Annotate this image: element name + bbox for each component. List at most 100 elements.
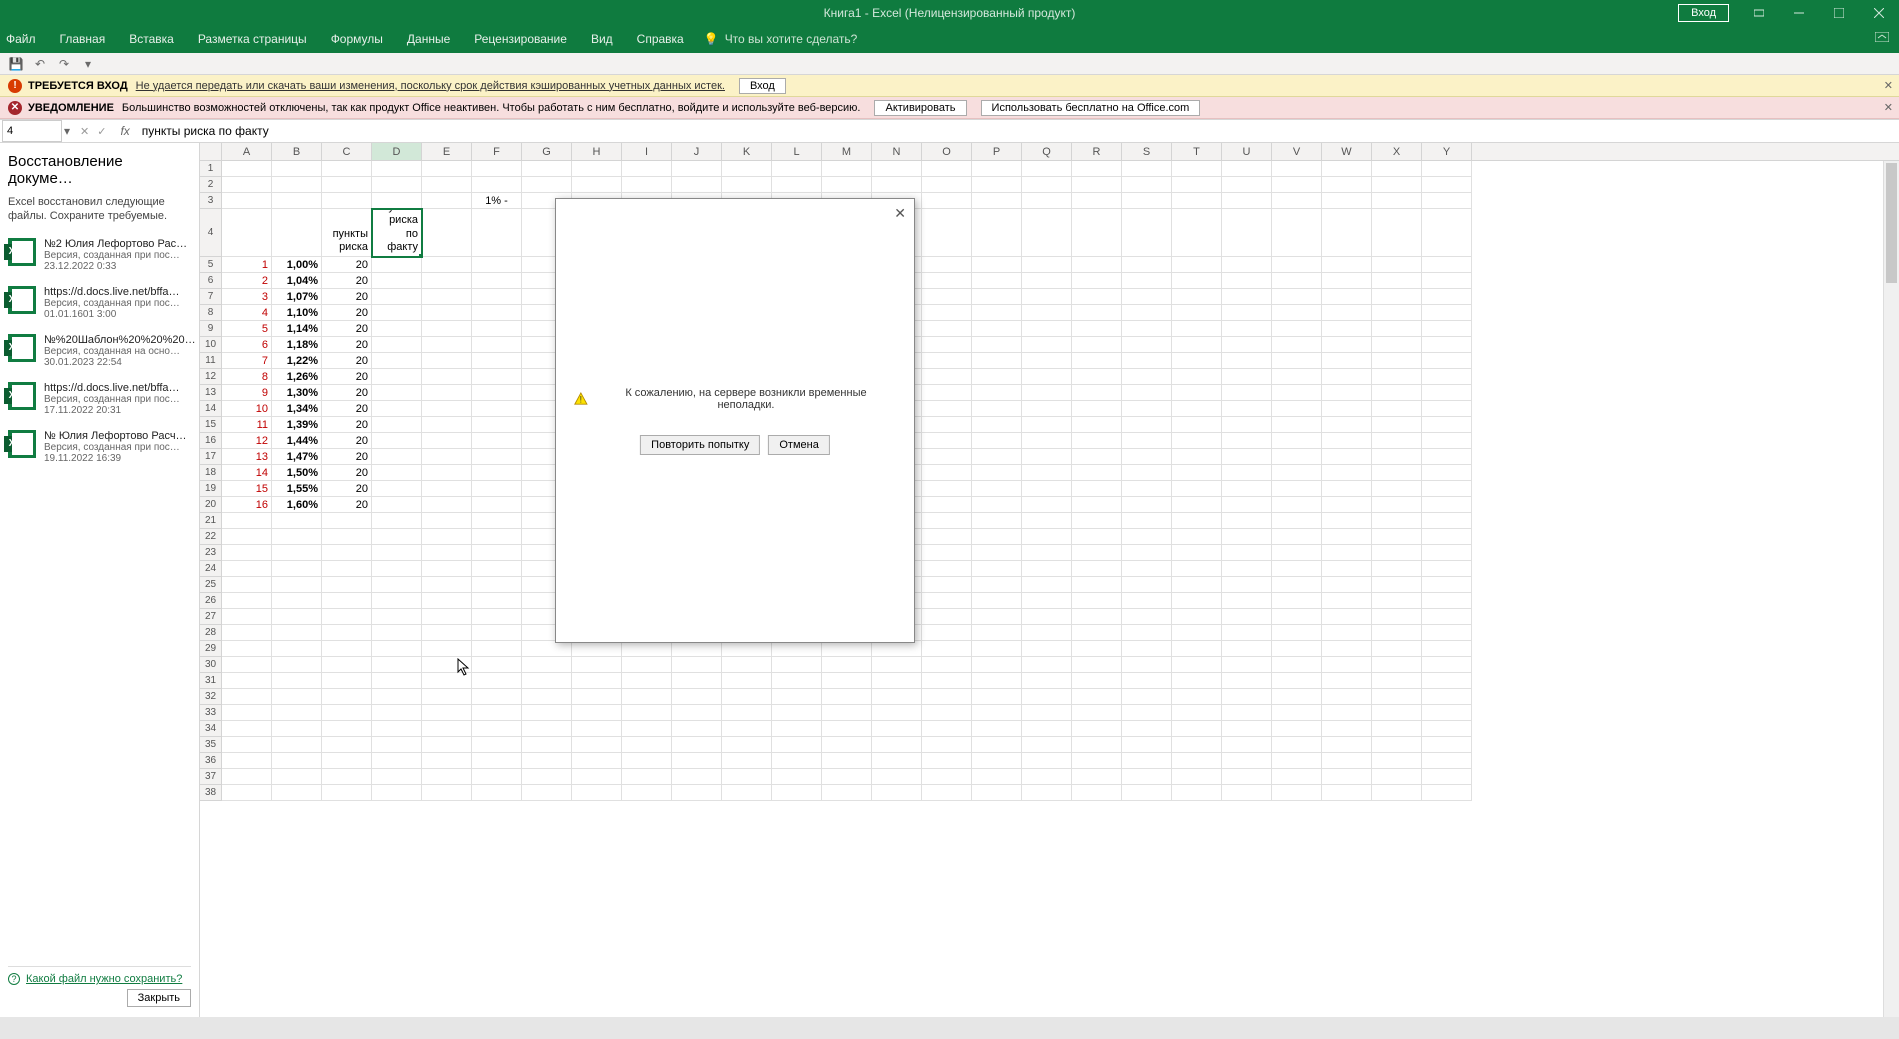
column-header[interactable]: G (522, 143, 572, 160)
cell[interactable] (1222, 305, 1272, 321)
cell[interactable] (222, 577, 272, 593)
row-header[interactable]: 18 (200, 465, 222, 481)
cell[interactable] (1322, 481, 1372, 497)
cell[interactable] (922, 337, 972, 353)
cell[interactable] (222, 609, 272, 625)
tell-me-search[interactable]: 💡 Что вы хотите сделать? (704, 32, 858, 46)
cell[interactable] (1422, 753, 1472, 769)
row-header[interactable]: 10 (200, 337, 222, 353)
cell[interactable] (1422, 449, 1472, 465)
cell[interactable] (1122, 161, 1172, 177)
cell[interactable] (1322, 273, 1372, 289)
cell[interactable] (222, 529, 272, 545)
cell[interactable] (1422, 273, 1472, 289)
cell[interactable] (272, 673, 322, 689)
row-header[interactable]: 2 (200, 177, 222, 193)
cell[interactable] (1272, 401, 1322, 417)
cell[interactable] (1322, 497, 1372, 513)
cell[interactable] (1172, 161, 1222, 177)
cell[interactable] (222, 193, 272, 209)
cell[interactable] (1272, 369, 1322, 385)
cell[interactable] (722, 689, 772, 705)
row-header[interactable]: 16 (200, 433, 222, 449)
cell[interactable] (1222, 353, 1272, 369)
cell[interactable] (472, 625, 522, 641)
cell[interactable] (1072, 545, 1122, 561)
cell[interactable] (1222, 593, 1272, 609)
cell[interactable] (1222, 257, 1272, 273)
cell[interactable] (1022, 177, 1072, 193)
cell[interactable] (1022, 545, 1072, 561)
cell[interactable] (422, 513, 472, 529)
cell[interactable] (972, 481, 1022, 497)
cell[interactable] (1422, 545, 1472, 561)
cell[interactable] (1122, 353, 1172, 369)
cell[interactable] (772, 161, 822, 177)
cell[interactable] (1122, 289, 1172, 305)
cell[interactable] (222, 785, 272, 801)
cell[interactable] (922, 193, 972, 209)
cell[interactable] (922, 481, 972, 497)
recovery-file-item[interactable]: №%20Шаблон%20%20%20… Версия, созданная н… (8, 334, 191, 368)
cell[interactable] (372, 289, 422, 305)
cell[interactable] (1322, 257, 1372, 273)
cell[interactable]: 9 (222, 385, 272, 401)
cell[interactable] (1322, 561, 1372, 577)
cell[interactable] (1322, 785, 1372, 801)
cell[interactable] (372, 385, 422, 401)
cell[interactable] (1022, 465, 1072, 481)
cell[interactable] (322, 577, 372, 593)
cell[interactable] (1322, 193, 1372, 209)
cell[interactable]: 1,07% (272, 289, 322, 305)
cell[interactable] (1322, 673, 1372, 689)
cell[interactable]: 3 (222, 289, 272, 305)
cell[interactable] (1072, 273, 1122, 289)
cell[interactable] (1022, 641, 1072, 657)
cell[interactable] (1222, 721, 1272, 737)
activate-button[interactable]: Активировать (874, 100, 966, 116)
cell[interactable]: 15 (222, 481, 272, 497)
cell[interactable] (1222, 641, 1272, 657)
cell[interactable] (672, 161, 722, 177)
cell[interactable] (1372, 593, 1422, 609)
cell[interactable] (1372, 753, 1422, 769)
cell[interactable] (272, 561, 322, 577)
cell[interactable] (1072, 449, 1122, 465)
row-header[interactable]: 38 (200, 785, 222, 801)
cell[interactable] (1372, 433, 1422, 449)
cell[interactable] (1072, 657, 1122, 673)
cell[interactable] (372, 513, 422, 529)
cell[interactable] (372, 417, 422, 433)
row-header[interactable]: 15 (200, 417, 222, 433)
cell[interactable] (1372, 737, 1422, 753)
cell[interactable] (472, 481, 522, 497)
cell[interactable] (922, 561, 972, 577)
row-header[interactable]: 33 (200, 705, 222, 721)
cell[interactable] (422, 545, 472, 561)
cell[interactable] (1372, 561, 1422, 577)
cell[interactable]: 14 (222, 465, 272, 481)
cell[interactable] (1122, 273, 1172, 289)
cell[interactable] (422, 337, 472, 353)
cell[interactable] (822, 161, 872, 177)
cell[interactable] (1372, 641, 1422, 657)
cell[interactable] (1122, 593, 1172, 609)
banner-close-icon[interactable]: ✕ (1884, 101, 1893, 114)
cell[interactable] (1172, 369, 1222, 385)
cell[interactable] (672, 737, 722, 753)
column-header[interactable]: K (722, 143, 772, 160)
cell[interactable] (1072, 161, 1122, 177)
cell[interactable] (1022, 305, 1072, 321)
collapse-ribbon-icon[interactable] (1875, 31, 1889, 45)
cell[interactable] (1222, 161, 1272, 177)
cell[interactable] (1122, 209, 1172, 257)
cell[interactable] (322, 625, 372, 641)
cell[interactable] (1022, 161, 1072, 177)
cell[interactable] (472, 401, 522, 417)
cell[interactable] (1222, 625, 1272, 641)
cell[interactable] (1122, 769, 1172, 785)
cell[interactable] (972, 369, 1022, 385)
cell[interactable] (972, 721, 1022, 737)
cell[interactable] (422, 305, 472, 321)
cell[interactable] (772, 177, 822, 193)
